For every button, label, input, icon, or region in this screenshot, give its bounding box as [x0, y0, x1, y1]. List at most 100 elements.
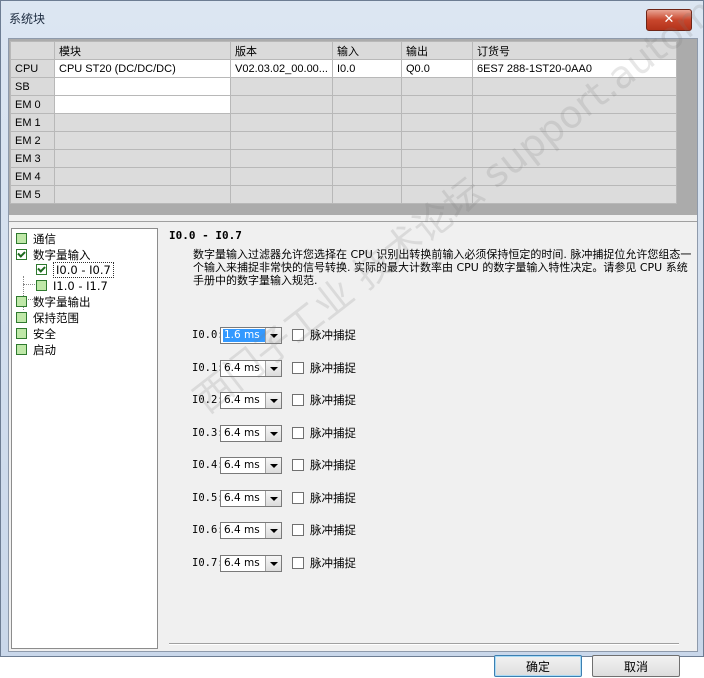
grid-cell[interactable]: V02.03.02_00.00...	[230, 59, 333, 78]
grid-row-cpu[interactable]: CPU CPU ST20 (DC/DC/DC) V02.03.02_00.00.…	[10, 59, 677, 78]
grid-cell[interactable]	[331, 113, 402, 132]
tree-item-digital-input[interactable]: 数字量输入	[16, 247, 91, 262]
grid-cell[interactable]	[471, 131, 677, 150]
tree-item-retentive[interactable]: 保持范围	[16, 310, 79, 325]
ok-button[interactable]: 确定	[494, 655, 582, 677]
tree-node-icon	[16, 296, 27, 307]
grid-cell[interactable]	[331, 131, 402, 150]
pane-splitter[interactable]	[9, 215, 697, 222]
grid-row-em5[interactable]: EM 5	[10, 185, 677, 204]
grid-row-em3[interactable]: EM 3	[10, 149, 677, 168]
pulse-catch-checkbox[interactable]	[292, 492, 304, 504]
close-button[interactable]: ✕	[646, 9, 692, 31]
grid-cell[interactable]	[471, 77, 677, 96]
grid-row-em1[interactable]: EM 1	[10, 113, 677, 132]
grid-cell[interactable]	[400, 95, 473, 114]
tree-item-label: 通信	[33, 231, 56, 246]
filter-time-select[interactable]: 6.4 ms	[220, 391, 282, 409]
pulse-catch-label: 脉冲捕捉	[310, 458, 356, 472]
grid-cell[interactable]	[471, 113, 677, 132]
grid-cell[interactable]	[400, 77, 473, 96]
filter-time-select[interactable]: 6.4 ms	[220, 489, 282, 507]
input-label: I0.7:	[192, 557, 224, 569]
chevron-down-icon[interactable]	[265, 392, 281, 408]
row-header[interactable]: EM 2	[10, 131, 55, 150]
filter-time-select[interactable]: 6.4 ms	[220, 424, 282, 442]
grid-cell[interactable]	[331, 149, 402, 168]
tree-item-label: 数字量输出	[33, 294, 91, 309]
grid-cell[interactable]	[331, 185, 402, 204]
grid-cell[interactable]	[54, 77, 231, 96]
tree-item-digital-output[interactable]: 数字量输出	[16, 294, 91, 309]
grid-row-em2[interactable]: EM 2	[10, 131, 677, 150]
row-header[interactable]: EM 0	[10, 95, 55, 114]
grid-cell[interactable]	[54, 185, 231, 204]
grid-cell[interactable]	[400, 149, 473, 168]
grid-cell[interactable]	[54, 95, 231, 114]
chevron-down-icon[interactable]	[265, 425, 281, 441]
row-header[interactable]: EM 1	[10, 113, 55, 132]
pulse-catch-checkbox[interactable]	[292, 394, 304, 406]
grid-cell[interactable]	[331, 95, 402, 114]
grid-cell[interactable]	[230, 185, 333, 204]
grid-cell[interactable]	[400, 167, 473, 186]
filter-time-select[interactable]: 1.6 ms	[220, 326, 282, 344]
chevron-down-icon[interactable]	[265, 327, 281, 343]
row-header[interactable]: CPU	[10, 59, 55, 78]
grid-cell[interactable]	[400, 185, 473, 204]
grid-cell[interactable]	[230, 131, 333, 150]
chevron-down-icon[interactable]	[265, 555, 281, 571]
filter-time-select[interactable]: 6.4 ms	[220, 554, 282, 572]
input-filter-row: I0.3: 6.4 ms 脉冲捕捉	[192, 423, 356, 443]
chevron-down-icon[interactable]	[265, 457, 281, 473]
pulse-catch-checkbox[interactable]	[292, 329, 304, 341]
panel-description: 数字量输入过滤器允许您选择在 CPU 识别出转换前输入必须保持恒定的时间. 脉冲…	[193, 248, 692, 287]
filter-time-select[interactable]: 6.4 ms	[220, 456, 282, 474]
grid-row-em4[interactable]: EM 4	[10, 167, 677, 186]
grid-cell[interactable]	[230, 95, 333, 114]
pulse-catch-checkbox[interactable]	[292, 459, 304, 471]
chevron-down-icon[interactable]	[265, 490, 281, 506]
grid-cell[interactable]	[471, 167, 677, 186]
row-header[interactable]: EM 4	[10, 167, 55, 186]
pulse-catch-checkbox[interactable]	[292, 524, 304, 536]
grid-cell[interactable]: CPU ST20 (DC/DC/DC)	[54, 59, 231, 78]
pulse-catch-checkbox[interactable]	[292, 557, 304, 569]
grid-cell[interactable]	[230, 113, 333, 132]
grid-cell[interactable]	[54, 113, 231, 132]
grid-cell[interactable]	[471, 185, 677, 204]
grid-cell[interactable]	[54, 167, 231, 186]
row-header[interactable]: SB	[10, 77, 55, 96]
grid-cell[interactable]	[400, 131, 473, 150]
grid-cell[interactable]	[471, 95, 677, 114]
cancel-button[interactable]: 取消	[592, 655, 680, 677]
pulse-catch-checkbox[interactable]	[292, 427, 304, 439]
tree-item-i0[interactable]: I0.0 - I0.7	[36, 261, 114, 278]
tree-item-communication[interactable]: 通信	[16, 231, 56, 246]
chevron-down-icon[interactable]	[265, 522, 281, 538]
grid-cell[interactable]	[230, 149, 333, 168]
grid-cell[interactable]: 6ES7 288-1ST20-0AA0	[471, 59, 677, 78]
tree-item-i1[interactable]: I1.0 - I1.7	[36, 278, 108, 293]
grid-cell[interactable]	[331, 167, 402, 186]
pulse-catch-checkbox[interactable]	[292, 362, 304, 374]
grid-row-em0[interactable]: EM 0	[10, 95, 677, 114]
grid-cell[interactable]	[230, 167, 333, 186]
grid-cell[interactable]	[471, 149, 677, 168]
grid-cell[interactable]	[331, 77, 402, 96]
grid-cell[interactable]	[54, 131, 231, 150]
row-header[interactable]: EM 3	[10, 149, 55, 168]
filter-time-select[interactable]: 6.4 ms	[220, 359, 282, 377]
tree-item-security[interactable]: 安全	[16, 326, 56, 341]
chevron-down-icon[interactable]	[265, 360, 281, 376]
row-header[interactable]: EM 5	[10, 185, 55, 204]
checked-node-icon	[16, 249, 27, 260]
filter-time-select[interactable]: 6.4 ms	[220, 521, 282, 539]
grid-cell[interactable]: Q0.0	[400, 59, 473, 78]
grid-cell[interactable]	[400, 113, 473, 132]
grid-cell[interactable]	[54, 149, 231, 168]
grid-row-sb[interactable]: SB	[10, 77, 677, 96]
tree-item-startup[interactable]: 启动	[16, 342, 56, 357]
grid-cell[interactable]: I0.0	[331, 59, 402, 78]
grid-cell[interactable]	[230, 77, 333, 96]
